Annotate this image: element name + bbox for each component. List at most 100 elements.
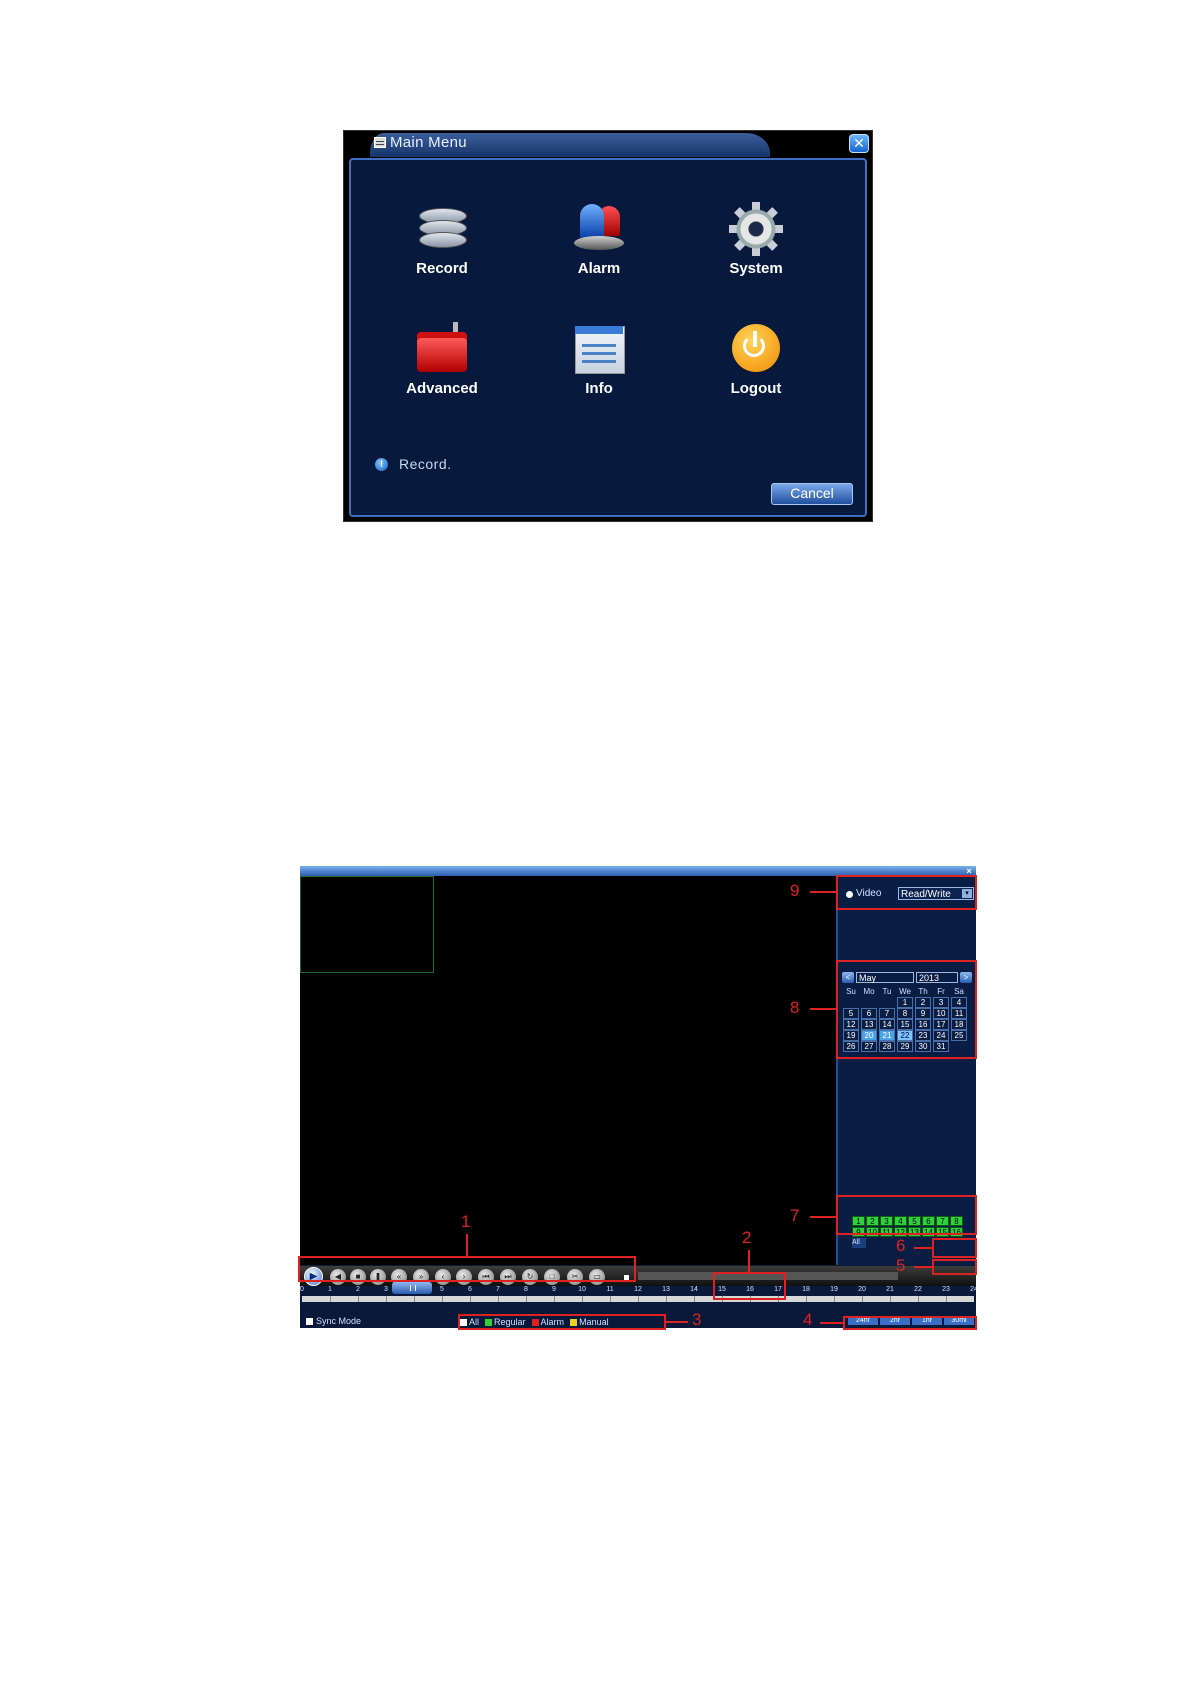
timeline-hour-divider (890, 1296, 891, 1302)
timeline-hour-divider (442, 1296, 443, 1302)
timeline-hour-label: 13 (662, 1286, 670, 1293)
timeline-hour-label: 21 (886, 1286, 894, 1293)
timeline-hour-label: 11 (606, 1286, 614, 1293)
timeline-hour-divider (330, 1296, 331, 1302)
menu-item-label: Record (416, 260, 468, 277)
timeline-hour-divider (358, 1296, 359, 1302)
timeline-hour-divider (918, 1296, 919, 1302)
timeline-hour-label: 2 (356, 1286, 360, 1293)
menu-item-system[interactable]: System (701, 202, 811, 277)
timeline-hour-label: 14 (690, 1286, 698, 1293)
timeline-hour-label: 5 (440, 1286, 444, 1293)
annotation-line (914, 1247, 932, 1249)
annotation-label: 3 (692, 1310, 702, 1329)
timeline-hour-label: 1 (328, 1286, 332, 1293)
menu-item-logout[interactable]: Logout (701, 322, 811, 397)
menu-item-label: System (729, 260, 783, 277)
timeline-hour-divider (526, 1296, 527, 1302)
annotation-box-9 (836, 875, 977, 910)
annotation-box-5 (932, 1259, 977, 1275)
timeline-hour-divider (498, 1296, 499, 1302)
annotation-label: 6 (896, 1236, 906, 1255)
sync-mode-checkbox[interactable] (306, 1318, 313, 1325)
timeline-hour-label: 12 (634, 1286, 642, 1293)
timeline-hour-divider (386, 1296, 387, 1302)
annotation-line (748, 1250, 750, 1272)
timeline-hour-divider (470, 1296, 471, 1302)
annotation-label: 4 (803, 1310, 813, 1329)
timeline-hour-divider (946, 1296, 947, 1302)
info-icon (572, 322, 626, 376)
menu-item-info[interactable]: Info (544, 322, 654, 397)
annotation-box-8 (836, 960, 977, 1059)
timeline-hour-label: 8 (524, 1286, 528, 1293)
menu-grid-icon (374, 137, 386, 148)
system-gear-icon (729, 202, 783, 256)
timeline-hour-divider (666, 1296, 667, 1302)
annotation-label: 8 (790, 998, 800, 1017)
annotation-label: 9 (790, 881, 800, 900)
annotation-box-1 (298, 1256, 636, 1282)
annotation-box-7 (836, 1195, 977, 1235)
timeline-hour-label: 22 (914, 1286, 922, 1293)
timeline-hour-divider (610, 1296, 611, 1302)
menu-item-label: Advanced (406, 380, 478, 397)
timeline-hour-label: 23 (942, 1286, 950, 1293)
hint-text: Record. (399, 456, 452, 472)
menu-item-label: Logout (730, 380, 782, 397)
timeline-hour-divider (638, 1296, 639, 1302)
main-menu-title: Main Menu (390, 134, 467, 151)
annotation-box-2 (713, 1272, 786, 1300)
toolbox-icon (415, 322, 469, 376)
annotation-box-3 (458, 1314, 666, 1330)
timeline-toggle-button[interactable] (392, 1282, 432, 1294)
annotation-line (810, 1216, 836, 1218)
timeline-hour-divider (806, 1296, 807, 1302)
annotation-line (914, 1266, 932, 1268)
timeline-hour-divider (834, 1296, 835, 1302)
annotation-label: 1 (461, 1212, 471, 1231)
annotation-line (810, 891, 836, 893)
timeline-hour-label: 0 (300, 1286, 304, 1293)
hint-info-icon: ! (375, 458, 388, 471)
video-display-area (300, 876, 838, 1265)
annotation-label: 5 (896, 1256, 906, 1275)
timeline-hour-label: 3 (384, 1286, 388, 1293)
channel-all-button[interactable]: All (852, 1238, 866, 1248)
annotation-box-6 (932, 1238, 977, 1258)
annotation-line (466, 1234, 468, 1256)
timeline-hour-divider (554, 1296, 555, 1302)
timeline-hour-divider (694, 1296, 695, 1302)
annotation-line (666, 1321, 688, 1323)
timeline-track[interactable] (302, 1296, 974, 1302)
menu-item-advanced[interactable]: Advanced (387, 322, 497, 397)
timeline-hour-label: 7 (496, 1286, 500, 1293)
timeline-hour-label: 20 (858, 1286, 866, 1293)
timeline-hour-label: 24 (970, 1286, 976, 1293)
record-icon (415, 202, 469, 256)
video-channel-cell[interactable] (300, 876, 434, 973)
timeline-hour-divider (862, 1296, 863, 1302)
power-icon (729, 322, 783, 376)
annotation-line (820, 1322, 843, 1324)
timeline-hour-label: 19 (830, 1286, 838, 1293)
annotation-line (810, 1008, 836, 1010)
main-menu-body: Record Alarm System Advanced Info Logout… (349, 158, 867, 517)
annotation-label: 7 (790, 1206, 800, 1225)
timeline-hour-label: 6 (468, 1286, 472, 1293)
main-menu-titlebar: Main Menu ✕ (344, 131, 872, 157)
timeline-hour-divider (414, 1296, 415, 1302)
menu-item-alarm[interactable]: Alarm (544, 202, 654, 277)
main-menu-window: Main Menu ✕ Record Alarm System Advanced… (343, 130, 873, 522)
annotation-label: 2 (742, 1228, 752, 1247)
timeline-hour-label: 9 (552, 1286, 556, 1293)
menu-item-label: Alarm (577, 260, 621, 277)
annotation-box-4 (843, 1316, 977, 1330)
sync-mode-label: Sync Mode (316, 1316, 362, 1326)
cancel-button[interactable]: Cancel (771, 483, 853, 505)
alarm-icon (572, 202, 626, 256)
menu-item-record[interactable]: Record (387, 202, 497, 277)
timeline-hour-divider (582, 1296, 583, 1302)
close-button[interactable]: ✕ (849, 134, 869, 153)
timeline-hour-label: 18 (802, 1286, 810, 1293)
